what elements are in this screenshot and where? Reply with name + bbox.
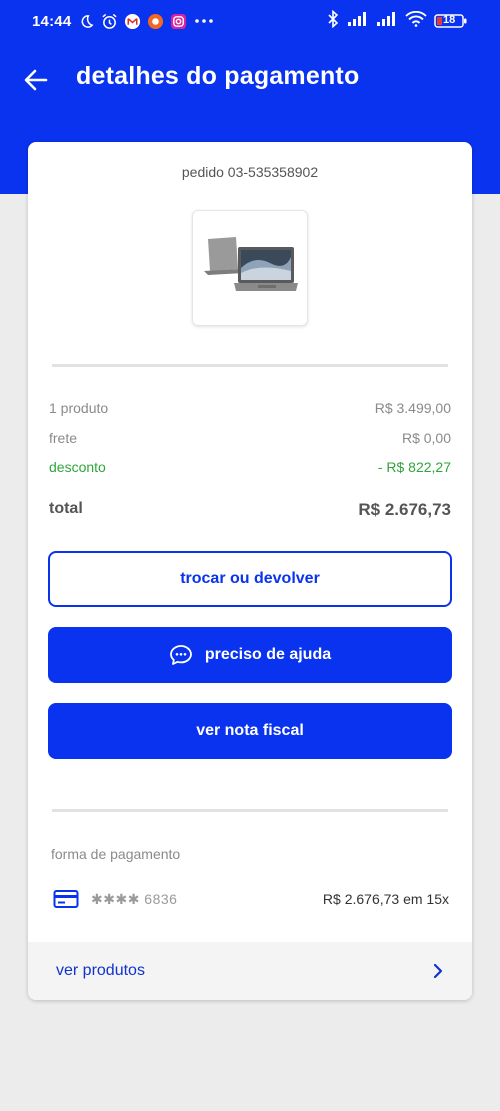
- summary-shipping-row: frete R$ 0,00: [49, 430, 451, 446]
- payment-method-label: forma de pagamento: [51, 846, 181, 862]
- discount-value: - R$ 822,27: [377, 459, 451, 475]
- page-title: detalhes do pagamento: [76, 62, 360, 90]
- battery-icon: 18: [434, 13, 468, 29]
- gmail-icon: [123, 12, 141, 30]
- total-value: R$ 2.676,73: [358, 500, 451, 519]
- product-thumbnail[interactable]: [192, 210, 308, 326]
- status-time: 14:44: [32, 12, 72, 30]
- moon-icon: [77, 12, 95, 30]
- signal-icon-1: [347, 11, 369, 31]
- divider-top: [52, 364, 448, 367]
- card-masked-number: ✱✱✱✱ 6836: [91, 890, 178, 907]
- summary-discount-row: desconto - R$ 822,27: [49, 459, 451, 475]
- products-value: R$ 3.499,00: [374, 400, 451, 416]
- arrow-left-icon: [24, 69, 48, 91]
- status-bar: 14:44 18: [0, 0, 500, 42]
- view-products-label: ver produtos: [56, 962, 145, 979]
- view-products-link[interactable]: ver produtos: [28, 942, 472, 1000]
- signal-icon-2: [376, 11, 398, 31]
- payment-details-card: pedido 03-535358902 1 produto R$ 3.499,0…: [28, 142, 472, 1000]
- battery-level: 18: [443, 14, 456, 26]
- payment-amount: R$ 2.676,73 em 15x: [322, 891, 449, 907]
- payment-method-row: ✱✱✱✱ 6836 R$ 2.676,73 em 15x: [53, 886, 449, 912]
- shipping-value: R$ 0,00: [401, 430, 451, 446]
- shipping-label: frete: [49, 430, 78, 446]
- chat-bubble-icon: [169, 644, 193, 666]
- products-label: 1 produto: [49, 400, 109, 416]
- total-label: total: [49, 500, 83, 517]
- need-help-button[interactable]: preciso de ajuda: [48, 627, 452, 683]
- summary-products-row: 1 produto R$ 3.499,00: [49, 400, 451, 416]
- credit-card-icon: [53, 889, 79, 909]
- discount-label: desconto: [49, 459, 106, 475]
- app-notification-icon: [146, 12, 164, 30]
- laptop-image: [204, 237, 298, 291]
- order-id: pedido 03-535358902: [181, 164, 319, 180]
- need-help-label: preciso de ajuda: [204, 646, 332, 663]
- bluetooth-icon: [326, 9, 340, 32]
- divider-bottom: [52, 809, 448, 812]
- view-invoice-label: ver nota fiscal: [196, 722, 304, 739]
- wifi-icon: [405, 10, 427, 31]
- instagram-icon: [169, 12, 187, 30]
- view-invoice-button[interactable]: ver nota fiscal: [48, 703, 452, 759]
- summary-total-row: total R$ 2.676,73: [49, 500, 451, 520]
- more-notifications-icon: [192, 12, 216, 30]
- chevron-right-icon: [432, 963, 444, 979]
- exchange-return-button[interactable]: trocar ou devolver: [48, 551, 452, 607]
- status-right-group: 18: [326, 9, 468, 32]
- alarm-icon: [100, 12, 118, 30]
- exchange-return-label: trocar ou devolver: [180, 570, 320, 587]
- back-button[interactable]: [20, 64, 52, 96]
